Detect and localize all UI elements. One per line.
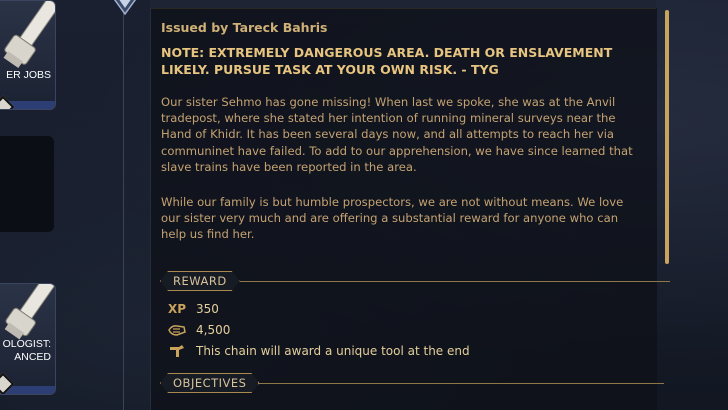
xp-value: 350 [196,302,219,316]
objectives-label: OBJECTIVES [160,373,259,393]
sidebar-card-jobs[interactable]: ER JOBS [0,0,56,110]
mission-description: Our sister Sehmo has gone missing! When … [161,95,633,174]
reward-label: REWARD [160,271,240,291]
sidebar-card-label: OLOGIST: ANCED [2,338,51,363]
sidebar-card-geologist[interactable]: OLOGIST: ANCED [0,283,56,395]
sidebar-card-empty[interactable] [0,136,54,232]
mission-description-2: While our family is but humble prospecto… [161,195,624,242]
divider [239,280,670,282]
issuer-text: Issued by Tareck Bahris [161,20,328,35]
timeline-line [123,12,124,410]
reward-tool: This chain will award a unique tool at t… [166,344,470,358]
mission-emblem-icon [113,0,137,16]
warning-note: NOTE: EXTREMELY DANGEROUS AREA. DEATH OR… [161,45,613,77]
sidebar-card-label: ER JOBS [6,69,51,81]
credits-value: 4,500 [196,323,231,337]
credits-icon [166,324,188,336]
reward-credits: 4,500 [166,323,230,337]
tool-reward-text: This chain will award a unique tool at t… [196,344,470,358]
xp-icon: XP [167,302,187,316]
reward-section-header: REWARD [160,272,670,290]
tool-icon [166,344,188,358]
scrollbar[interactable] [665,10,669,264]
objectives-section-header: OBJECTIVES [160,373,665,393]
divider [259,382,665,384]
reward-xp: XP 350 [166,302,219,316]
